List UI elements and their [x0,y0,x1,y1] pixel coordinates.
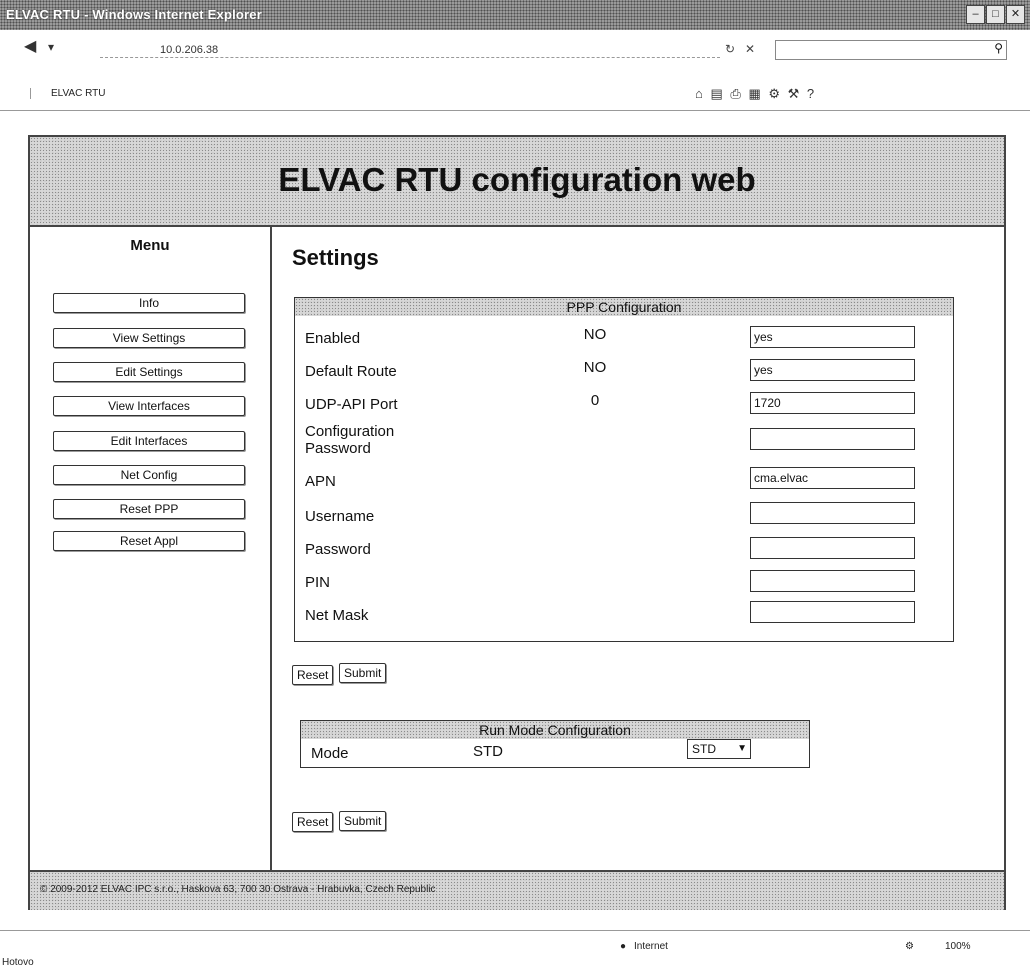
safety-icon[interactable]: ⚙ [768,86,782,101]
print-icon[interactable]: ⎙ [730,86,742,101]
ppp-row-default-route: Default Route NO yes [295,353,953,385]
page-header: ELVAC RTU configuration web [30,137,1004,227]
page-title: ELVAC RTU configuration web [278,161,756,198]
row-label: UDP-API Port [305,396,398,413]
ppp-row-pin: PIN [295,560,953,592]
minimize-icon[interactable]: – [966,5,985,24]
feeds-icon[interactable]: ▤ [710,86,724,101]
refresh-icon[interactable]: ↻ [725,42,735,56]
home-icon[interactable]: ⌂ [695,86,705,101]
row-current-value: NO [583,326,607,343]
copyright-text: © 2009-2012 ELVAC IPC s.r.o., Haskova 63… [40,884,436,895]
mode-reset-button[interactable]: Reset [292,812,334,832]
net-mask-input[interactable] [750,601,915,623]
back-icon[interactable]: ◀ [24,36,36,56]
settings-title: Settings [292,245,379,270]
username-input[interactable] [750,502,915,524]
mode-selected-value: STD [692,742,716,756]
sidebar: Menu Info View Settings Edit Settings Vi… [30,225,272,870]
menu-info-button[interactable]: Info [53,293,245,313]
search-icon[interactable]: ⚲ [994,41,1003,55]
page-icon[interactable]: ▦ [748,86,762,101]
search-input[interactable]: ⚲ [775,40,1007,60]
stop-icon[interactable]: ✕ [745,42,755,56]
address-bar-row: ◀ ▾ 10.0.206.38 ↻ ✕ ⚲ [0,32,1030,64]
main-content: Settings PPP Configuration Enabled NO ye… [272,225,1002,870]
ppp-config-heading: PPP Configuration [295,298,953,316]
row-label: Username [305,508,375,525]
row-current-value: 0 [590,392,600,409]
ppp-row-udp-api-port: UDP-API Port 0 1720 [295,386,953,418]
status-bar: Hotovo ● Internet ⚙ 100% [0,930,1030,972]
ppp-row-configuration-password: Configuration Password [295,420,953,462]
page-frame: ELVAC RTU configuration web Menu Info Vi… [28,135,1006,910]
zone-label: Internet [634,941,668,952]
menu-reset-appl-button[interactable]: Reset Appl [53,531,245,551]
row-label: Enabled [305,330,361,347]
row-label: Net Mask [305,607,369,624]
window-title-bar: ELVAC RTU - Windows Internet Explorer – … [0,0,1030,30]
help-icon[interactable]: ? [807,86,816,101]
row-label: Default Route [305,363,397,380]
zoom-level[interactable]: 100% [945,941,971,952]
status-text: Hotovo [2,957,34,968]
menu-reset-ppp-button[interactable]: Reset PPP [53,499,245,519]
udp-api-port-input[interactable]: 1720 [750,392,915,414]
menu-view-interfaces-button[interactable]: View Interfaces [53,396,245,416]
apn-input[interactable]: cma.elvac [750,467,915,489]
ppp-reset-button[interactable]: Reset [292,665,334,685]
ppp-config-panel: PPP Configuration Enabled NO yes Default… [294,297,954,642]
run-mode-panel: Run Mode Configuration Mode STD STD ▼ [300,720,810,768]
pin-input[interactable] [750,570,915,592]
tab-row: ELVAC RTU [0,84,1030,111]
protected-mode-icon[interactable]: ⚙ [905,941,914,952]
run-mode-heading: Run Mode Configuration [301,721,809,739]
mode-label: Mode [311,745,349,762]
command-bar: ⌂ ▤ ⎙ ▦ ⚙ ⚒ ? [695,86,816,102]
tab-elvac-rtu[interactable]: ELVAC RTU [30,88,105,99]
row-label: Configuration Password [305,423,395,457]
menu-edit-interfaces-button[interactable]: Edit Interfaces [53,431,245,451]
globe-icon: ● [620,941,627,952]
mode-select[interactable]: STD ▼ [687,739,751,759]
chevron-down-icon[interactable]: ▼ [737,740,747,758]
mode-submit-button[interactable]: Submit [339,811,387,831]
ppp-submit-button[interactable]: Submit [339,663,387,683]
mode-current-value: STD [473,743,503,760]
row-current-value: NO [583,359,607,376]
forward-icon[interactable]: ▾ [48,40,54,54]
ppp-row-net-mask: Net Mask [295,593,953,625]
row-label: Password [305,541,371,558]
tools-icon[interactable]: ⚒ [788,86,802,101]
ppp-row-password: Password [295,527,953,559]
password-input[interactable] [750,537,915,559]
tab-label: ELVAC RTU [51,88,106,99]
menu-net-config-button[interactable]: Net Config [53,465,245,485]
default-route-input[interactable]: yes [750,359,915,381]
address-field[interactable]: 10.0.206.38 [100,42,720,58]
window-title: ELVAC RTU - Windows Internet Explorer [6,7,262,22]
ppp-row-enabled: Enabled NO yes [295,320,953,352]
menu-view-settings-button[interactable]: View Settings [53,328,245,348]
configuration-password-input[interactable] [750,428,915,450]
menu-title: Menu [130,237,170,254]
ppp-row-username: Username [295,494,953,526]
menu-edit-settings-button[interactable]: Edit Settings [53,362,245,382]
row-label: PIN [305,574,331,591]
close-icon[interactable]: ✕ [1006,5,1025,24]
maximize-icon[interactable]: □ [986,5,1005,24]
page-footer: © 2009-2012 ELVAC IPC s.r.o., Haskova 63… [30,870,1004,910]
row-label: APN [305,473,336,490]
enabled-input[interactable]: yes [750,326,915,348]
ppp-row-apn: APN cma.elvac [295,461,953,493]
